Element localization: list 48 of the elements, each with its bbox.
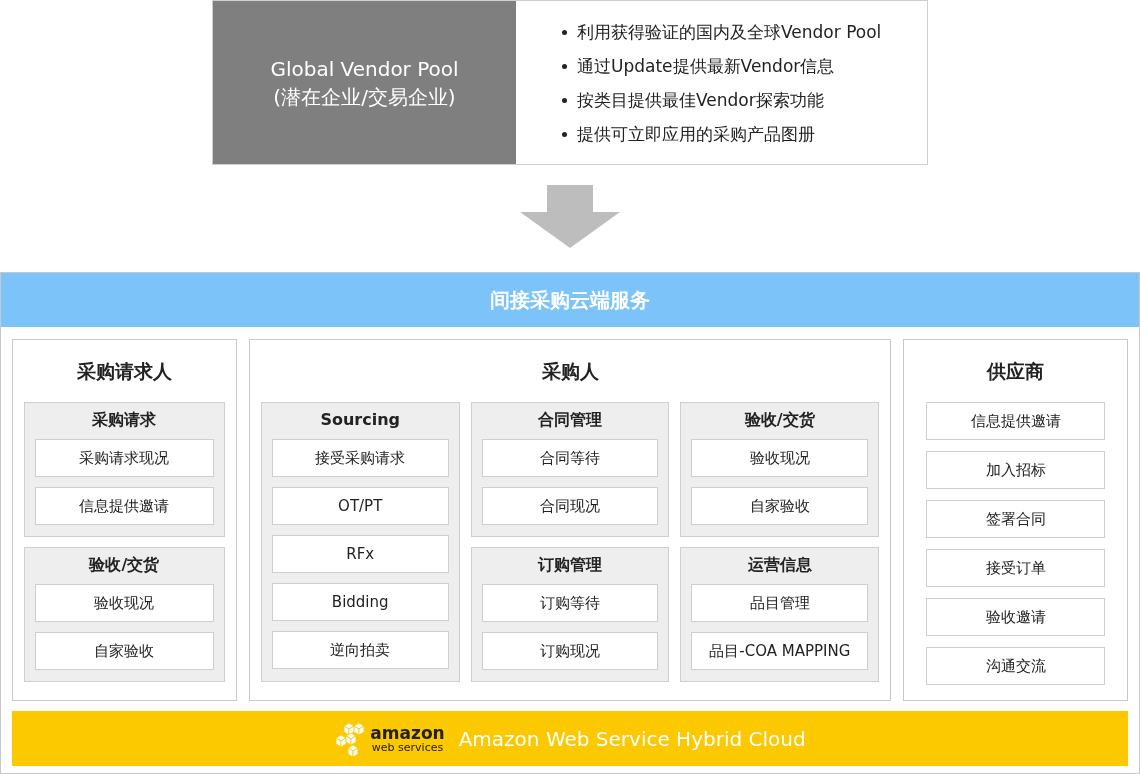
down-arrow-icon — [520, 185, 620, 248]
function-item: 签署合同 — [926, 500, 1105, 538]
bullet-icon — [562, 131, 567, 137]
service-header: 间接采购云端服务 — [1, 273, 1139, 327]
function-item: 品目-COA MAPPING — [691, 632, 869, 670]
group-title: Sourcing — [320, 409, 400, 429]
group-title: 验收/交货 — [744, 409, 815, 429]
group-title: 验收/交货 — [89, 554, 160, 574]
function-item: 订购等待 — [481, 584, 659, 622]
panel-title: 采购人 — [541, 359, 599, 384]
function-item: 品目管理 — [691, 584, 869, 622]
function-item: 验收邀请 — [926, 598, 1105, 636]
function-item: 订购现况 — [481, 632, 659, 670]
function-item: 信息提供邀请 — [35, 487, 214, 525]
vendor-pool-title: (潜在企业/交易企业) — [273, 83, 456, 111]
function-item: RFx — [271, 535, 449, 573]
bullet-icon — [562, 29, 567, 35]
function-item: 自家验收 — [35, 632, 214, 670]
group-title: 采购请求 — [92, 409, 157, 429]
bullet-icon — [562, 63, 567, 69]
bullet-icon — [562, 97, 567, 103]
vendor-pool-title: Global Vendor Pool — [270, 55, 459, 83]
function-item: OT/PT — [271, 487, 449, 525]
logo-subtitle: web services — [371, 741, 444, 753]
function-item: 逆向拍卖 — [271, 631, 449, 669]
feature-text: 按类目提供最佳Vendor探索功能 — [577, 89, 824, 112]
function-item: 合同现况 — [481, 487, 659, 525]
function-item: 采购请求现况 — [35, 439, 214, 477]
function-item: 沟通交流 — [926, 647, 1105, 685]
function-item: 验收现况 — [35, 584, 214, 622]
function-item: 合同等待 — [481, 439, 659, 477]
function-item: 接受采购请求 — [271, 439, 449, 477]
function-item: 接受订单 — [926, 549, 1105, 587]
panel-title: 供应商 — [987, 359, 1045, 384]
feature-text: 提供可立即应用的采购产品图册 — [577, 123, 815, 146]
group-title: 合同管理 — [538, 409, 602, 429]
panel-title: 采购请求人 — [76, 359, 172, 384]
function-item: 信息提供邀请 — [926, 402, 1105, 440]
cloud-label: Amazon Web Service Hybrid Cloud — [458, 726, 806, 751]
group-title: 运营信息 — [747, 554, 812, 574]
logo-word: amazon — [370, 724, 445, 742]
function-item: 自家验收 — [691, 487, 869, 525]
group-title: 订购管理 — [538, 554, 602, 574]
function-item: Bidding — [271, 583, 449, 621]
feature-text: 通过Update提供最新Vendor信息 — [577, 55, 835, 78]
feature-text: 利用获得验证的国内及全球Vendor Pool — [577, 21, 882, 44]
function-item: 验收现况 — [691, 439, 869, 477]
function-item: 加入招标 — [926, 451, 1105, 489]
